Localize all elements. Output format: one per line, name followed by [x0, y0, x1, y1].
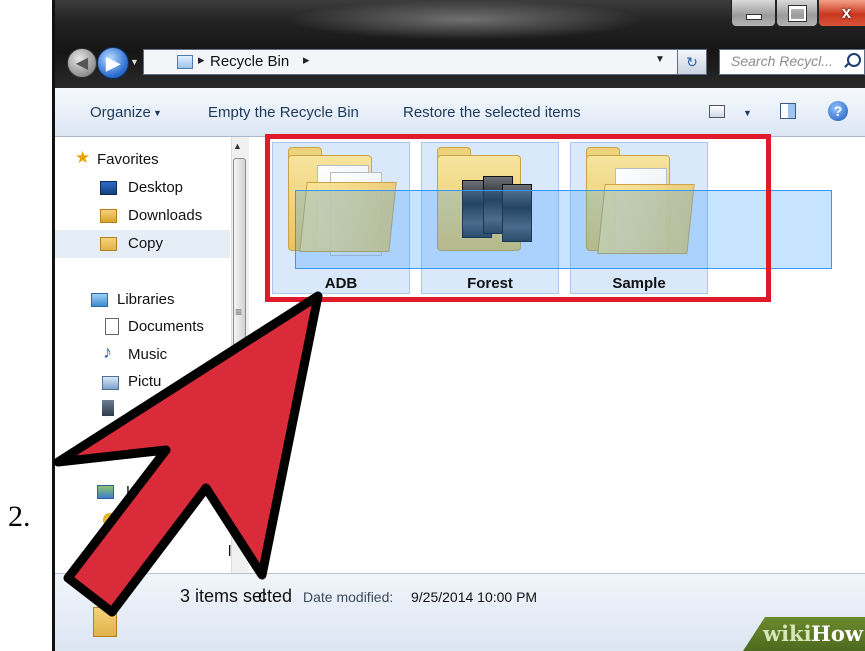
sidebar-item-homegroup[interactable]: L — [126, 483, 134, 500]
wikihow-logo-wiki: wiki — [763, 621, 812, 646]
wikihow-logo-how: How — [811, 621, 863, 646]
recycle-bin-icon — [177, 55, 193, 69]
empty-recycle-bin-button[interactable]: Empty the Recycle Bin — [208, 104, 359, 121]
step-number: 2. — [8, 500, 31, 533]
minimize-button[interactable] — [731, 0, 776, 27]
breadcrumb-separator-icon[interactable]: ▸ — [198, 52, 205, 68]
forward-button[interactable]: ▶ — [97, 47, 129, 79]
breadcrumb-chevron-icon[interactable]: ▸ — [303, 52, 310, 68]
homegroup-icon — [97, 485, 114, 499]
sidebar-item-libraries[interactable]: Libraries — [117, 291, 175, 308]
explorer-window: x ◀ ▶ ▼ ▸ Recycle Bin ▸ ▼ ↻ Search Recyc… — [52, 0, 865, 651]
copy-folder-icon — [100, 237, 117, 251]
recent-pages-dropdown[interactable]: ▼ — [130, 52, 139, 72]
back-arrow-icon: ◀ — [75, 55, 89, 72]
search-placeholder: Search Recycl... — [731, 53, 833, 69]
highlight-box — [265, 134, 771, 302]
sidebar-item-desktop[interactable]: Desktop — [128, 179, 183, 196]
back-button[interactable]: ◀ — [67, 48, 97, 78]
refresh-button[interactable]: ↻ — [677, 49, 707, 75]
preview-pane-icon[interactable] — [780, 103, 796, 119]
sidebar-item-documents[interactable]: Documents — [128, 318, 204, 335]
maximize-button[interactable] — [776, 0, 818, 27]
refresh-icon: ↻ — [686, 54, 698, 70]
downloads-folder-icon — [100, 209, 117, 223]
status-selected-count: 3 items sel — [180, 586, 267, 606]
organize-chevron-down-icon: ▼ — [153, 108, 162, 118]
change-view-icon[interactable] — [709, 105, 725, 118]
status-date-label: Date modified: — [303, 589, 394, 605]
sidebar-item-pictures[interactable]: Pictu — [128, 373, 161, 390]
restore-selected-button[interactable]: Restore the selected items — [403, 104, 581, 121]
sidebar-item-favorites[interactable]: Favorites — [97, 151, 159, 168]
sidebar-item-copy[interactable]: Copy — [128, 235, 163, 252]
scroll-up-icon[interactable]: ▲ — [233, 141, 242, 151]
maximize-icon — [787, 4, 807, 22]
help-icon[interactable]: ? — [828, 101, 848, 121]
selection-details-icon — [93, 607, 117, 637]
documents-icon — [105, 318, 119, 335]
favorites-star-icon: ★ — [75, 148, 91, 167]
close-icon: x — [841, 3, 852, 22]
breadcrumb-recycle-bin[interactable]: Recycle Bin — [210, 53, 289, 70]
status-date-value: 9/25/2014 10:00 PM — [411, 589, 538, 605]
libraries-icon — [91, 293, 108, 307]
network-icon — [103, 513, 117, 527]
search-icon[interactable] — [847, 53, 861, 67]
sidebar-item-music[interactable]: Music — [128, 346, 167, 363]
view-options-chevron-down-icon[interactable]: ▼ — [743, 108, 752, 118]
sidebar-item-downloads[interactable]: Downloads — [128, 207, 202, 224]
videos-icon — [102, 400, 114, 416]
forward-arrow-icon: ▶ — [106, 52, 120, 73]
pictures-icon — [102, 376, 119, 390]
address-dropdown-icon[interactable]: ▼ — [655, 54, 665, 65]
organize-button[interactable]: Organize — [90, 104, 151, 121]
status-selected-count-end: cted — [258, 586, 293, 606]
close-button[interactable]: x — [818, 0, 865, 27]
minimize-icon — [745, 14, 762, 20]
title-bar-glow — [285, 0, 645, 40]
desktop-icon — [100, 181, 117, 195]
scrollbar-grip-icon: ≡ — [235, 305, 243, 319]
music-note-icon: ♪ — [103, 342, 112, 362]
status-bar — [55, 573, 865, 651]
